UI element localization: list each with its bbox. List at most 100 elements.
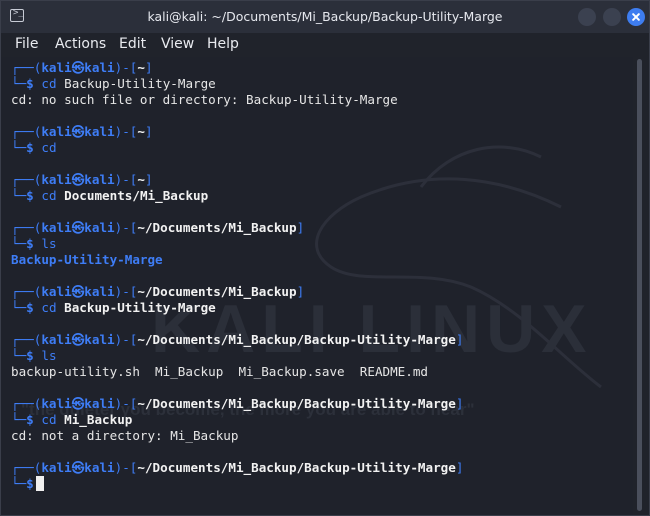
menu-bar: File Actions Edit View Help (1, 33, 649, 57)
menu-edit[interactable]: Edit (119, 36, 146, 52)
prompt-frame: )-[ (114, 172, 138, 187)
watermark-title: KALI LINUX (151, 291, 593, 367)
prompt-host: kali (84, 396, 115, 411)
command-line: └─$ cd Documents/Mi_Backup (11, 188, 208, 204)
output-line: Backup-Utility-Marge (11, 252, 163, 268)
command-line: └─$ ls (11, 236, 57, 252)
command-output: Backup-Utility-Marge (11, 252, 163, 267)
prompt-frame: └─ (11, 300, 27, 315)
prompt-frame: ] (296, 284, 305, 299)
prompt-frame: ┌──( (11, 284, 42, 299)
prompt-frame: ┌──( (11, 396, 42, 411)
command-line: └─$ cd Backup-Utility-Marge (11, 300, 216, 316)
prompt-user: kali (41, 172, 72, 187)
menu-actions[interactable]: Actions (55, 36, 106, 52)
prompt-user: kali (41, 124, 72, 139)
prompt-line: ┌──(kali㉿kali)-[~/Documents/Mi_Backup/Ba… (11, 332, 463, 348)
command-name: ls (41, 236, 57, 251)
menu-help[interactable]: Help (207, 36, 239, 52)
prompt-at: ㉿ (71, 172, 85, 187)
scrollbar-thumb[interactable] (637, 59, 642, 511)
prompt-line: ┌──(kali㉿kali)-[~/Documents/Mi_Backup] (11, 284, 304, 300)
prompt-frame: ] (455, 332, 464, 347)
prompt-frame: )-[ (114, 220, 138, 235)
menu-view[interactable]: View (161, 36, 194, 52)
prompt-dollar: $ (26, 140, 34, 155)
prompt-dollar: $ (26, 412, 34, 427)
prompt-at: ㉿ (71, 124, 85, 139)
prompt-at: ㉿ (71, 460, 85, 475)
prompt-frame: └─ (11, 348, 27, 363)
text-cursor (35, 476, 44, 491)
command-arg: Documents/Mi_Backup (64, 188, 209, 203)
prompt-path: ~/Documents/Mi_Backup (137, 284, 297, 299)
prompt-host: kali (84, 124, 115, 139)
prompt-frame: ┌──( (11, 332, 42, 347)
prompt-frame: ] (144, 124, 153, 139)
prompt-path: ~ (137, 172, 145, 187)
command-arg: Mi_Backup (64, 412, 133, 427)
prompt-line: ┌──(kali㉿kali)-[~/Documents/Mi_Backup/Ba… (11, 460, 463, 476)
prompt-frame: ┌──( (11, 60, 42, 75)
command-line: └─$ ls (11, 348, 57, 364)
prompt-frame: └─ (11, 236, 27, 251)
prompt-frame: ┌──( (11, 172, 42, 187)
prompt-line: ┌──(kali㉿kali)-[~] (11, 172, 153, 188)
command-line: └─$ cd Backup-Utility-Marge (11, 76, 216, 92)
prompt-frame: )-[ (114, 124, 138, 139)
prompt-frame: └─ (11, 140, 27, 155)
prompt-dollar: $ (26, 476, 34, 491)
prompt-host: kali (84, 172, 115, 187)
prompt-user: kali (41, 332, 72, 347)
prompt-host: kali (84, 332, 115, 347)
prompt-dollar: $ (26, 348, 34, 363)
prompt-user: kali (41, 284, 72, 299)
terminal-window: >_ kali@kali: ~/Documents/Mi_Backup/Back… (0, 0, 650, 516)
prompt-user: kali (41, 60, 72, 75)
command-name: ls (41, 348, 57, 363)
minimize-button[interactable] (578, 8, 596, 26)
prompt-frame: ┌──( (11, 460, 42, 475)
command-line: └─$ cd Mi_Backup (11, 412, 132, 428)
prompt-path: ~/Documents/Mi_Backup/Backup-Utility-Mar… (137, 332, 456, 347)
prompt-frame: └─ (11, 476, 27, 491)
prompt-dollar: $ (26, 188, 34, 203)
prompt-frame: └─ (11, 76, 27, 91)
command-output: cd: no such file or directory: Backup-Ut… (11, 92, 398, 107)
command-output: backup-utility.sh Mi_Backup Mi_Backup.sa… (11, 364, 429, 379)
prompt-host: kali (84, 284, 115, 299)
prompt-host: kali (84, 220, 115, 235)
prompt-frame: ] (296, 220, 305, 235)
scrollbar[interactable] (633, 57, 649, 515)
prompt-line: ┌──(kali㉿kali)-[~/Documents/Mi_Backup/Ba… (11, 396, 463, 412)
prompt-frame: ┌──( (11, 220, 42, 235)
maximize-button[interactable] (603, 8, 621, 26)
prompt-user: kali (41, 460, 72, 475)
command-line: └─$ (11, 476, 44, 492)
command-name: cd (41, 300, 57, 315)
title-bar[interactable]: >_ kali@kali: ~/Documents/Mi_Backup/Back… (1, 1, 649, 33)
prompt-path: ~ (137, 60, 145, 75)
output-line: cd: no such file or directory: Backup-Ut… (11, 92, 398, 108)
prompt-path: ~ (137, 124, 145, 139)
window-title: kali@kali: ~/Documents/Mi_Backup/Backup-… (147, 9, 503, 24)
menu-file[interactable]: File (15, 36, 38, 52)
prompt-host: kali (84, 460, 115, 475)
output-line: cd: not a directory: Mi_Backup (11, 428, 238, 444)
prompt-dollar: $ (26, 236, 34, 251)
prompt-line: ┌──(kali㉿kali)-[~] (11, 124, 153, 140)
prompt-frame: )-[ (114, 284, 138, 299)
command-name: cd (41, 188, 57, 203)
prompt-frame: )-[ (114, 60, 138, 75)
prompt-frame: ┌──( (11, 124, 42, 139)
prompt-frame: ] (144, 60, 153, 75)
prompt-at: ㉿ (71, 60, 85, 75)
command-name: cd (41, 140, 57, 155)
command-name: cd (41, 76, 57, 91)
terminal-output[interactable]: KALI LINUX "the quieter you become, the … (1, 57, 633, 515)
prompt-dollar: $ (26, 300, 34, 315)
output-line: backup-utility.sh Mi_Backup Mi_Backup.sa… (11, 364, 428, 380)
prompt-dollar: $ (26, 76, 34, 91)
close-button[interactable] (627, 8, 645, 26)
prompt-host: kali (84, 60, 115, 75)
